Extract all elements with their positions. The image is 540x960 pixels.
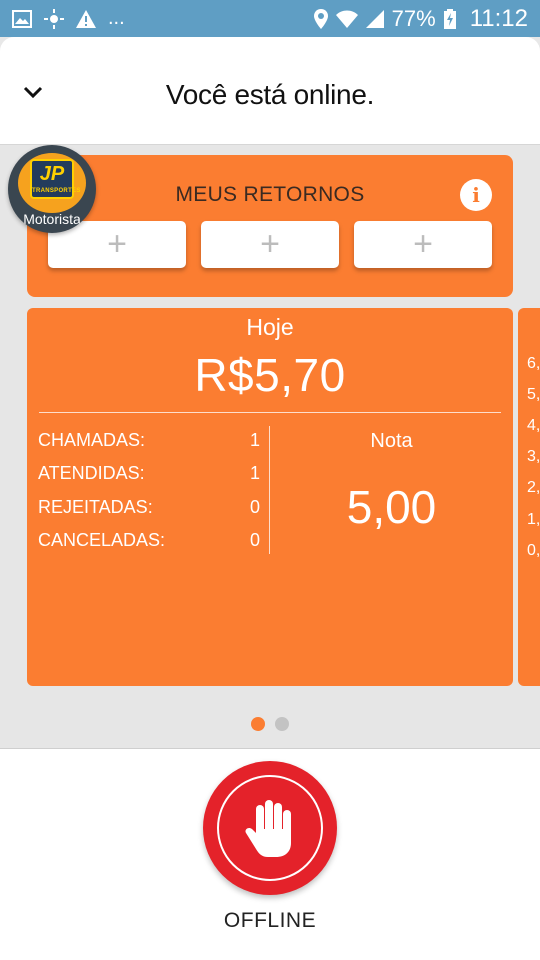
avatar[interactable]: JP TRANSPORTES Motorista — [8, 145, 96, 233]
offline-label: OFFLINE — [223, 909, 317, 932]
returns-panel: MEUS RETORNOS i + + + — [27, 155, 513, 297]
axis-tick: 4, — [527, 417, 540, 434]
company-logo: JP TRANSPORTES — [30, 159, 81, 199]
stat-value: 1 — [249, 430, 260, 450]
stat-value: 0 — [249, 497, 260, 517]
battery-charging-icon — [443, 8, 456, 29]
image-icon — [12, 9, 32, 28]
brightness-icon — [44, 8, 64, 29]
pager-dot-active[interactable] — [251, 717, 265, 731]
return-slot-3[interactable]: + — [354, 221, 492, 268]
status-ellipsis: ... — [108, 7, 125, 29]
hand-stop-icon — [245, 800, 291, 857]
return-slot-2[interactable]: + — [201, 221, 339, 268]
page-title: Você está online. — [165, 79, 375, 110]
returns-title: MEUS RETORNOS — [175, 183, 365, 206]
today-label: Hoje — [246, 314, 294, 340]
logo-text: JP — [39, 163, 65, 185]
stat-label: REJEITADAS: — [38, 497, 153, 517]
next-card-peek[interactable]: 6, 5, 4, 3, 2, 1, 0, — [518, 308, 540, 686]
stat-value: 0 — [249, 530, 260, 550]
battery-percent: 77% — [391, 5, 436, 31]
axis-tick: 3, — [527, 448, 540, 465]
info-icon[interactable]: i — [460, 179, 492, 211]
card-divider — [39, 412, 501, 413]
stat-row-cancelled: CANCELADAS: 0 — [38, 530, 260, 551]
rating-value: 5,00 — [346, 481, 437, 533]
axis-tick: 6, — [527, 355, 540, 372]
axis-tick: 2, — [527, 479, 540, 496]
stat-row-attended: ATENDIDAS: 1 — [38, 463, 260, 484]
stat-label: CHAMADAS: — [38, 430, 146, 450]
warning-icon — [76, 9, 96, 28]
dashboard: MEUS RETORNOS i + + + JP TRANSPORTES Mot… — [0, 145, 540, 748]
bottom-bar: OFFLINE — [0, 748, 540, 960]
axis-tick: 0, — [527, 542, 540, 559]
wifi-icon — [335, 10, 358, 28]
axis-tick: 1, — [527, 511, 540, 528]
location-icon — [313, 8, 328, 29]
today-amount: R$5,70 — [194, 349, 346, 401]
go-offline-button[interactable] — [203, 761, 337, 895]
stat-value: 1 — [249, 463, 260, 483]
axis-tick: 5, — [527, 386, 540, 403]
stat-label: ATENDIDAS: — [38, 463, 145, 483]
stat-row-rejected: REJEITADAS: 0 — [38, 497, 260, 518]
stat-label: CANCELADAS: — [38, 530, 166, 550]
clock: 11:12 — [469, 4, 528, 32]
today-card[interactable]: Hoje R$5,70 CHAMADAS: 1 ATENDIDAS: 1 REJ… — [27, 308, 513, 686]
logo-subtext: TRANSPORTES — [32, 188, 81, 194]
signal-icon — [365, 9, 384, 28]
pager-dot[interactable] — [275, 717, 289, 731]
rating-label: Nota — [370, 430, 413, 452]
stat-row-calls: CHAMADAS: 1 — [38, 430, 260, 451]
status-bar: ... 77% 11:12 — [0, 0, 540, 37]
avatar-role: Motorista — [23, 211, 81, 227]
header: Você está online. — [0, 37, 540, 145]
